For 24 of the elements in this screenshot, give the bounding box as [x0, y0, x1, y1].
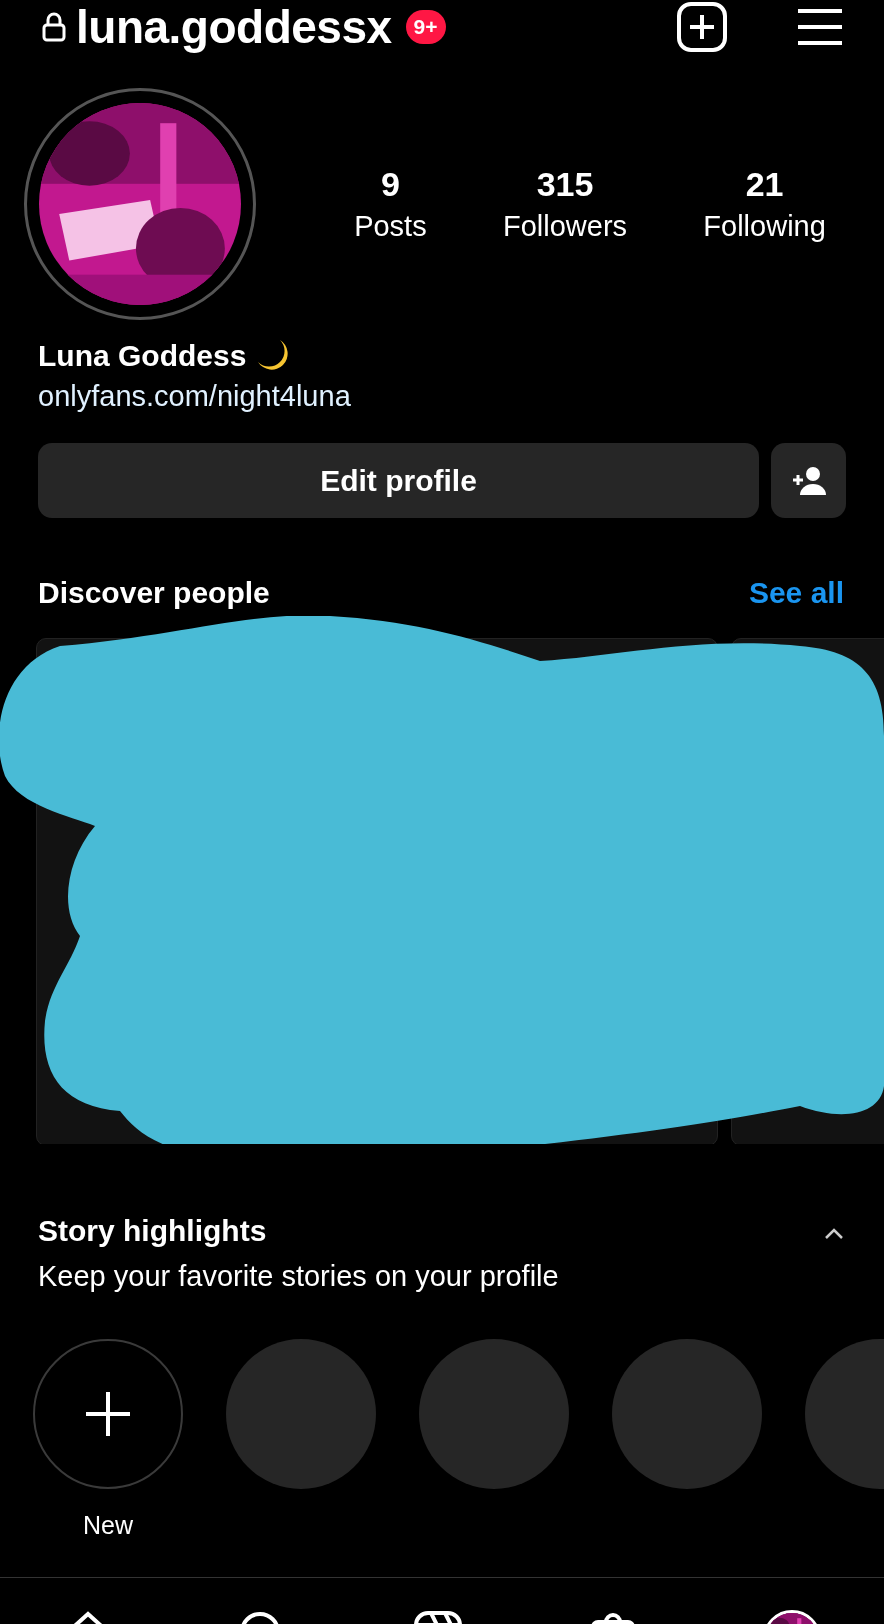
- stat-count: 21: [745, 165, 784, 204]
- stat-count: 9: [380, 165, 400, 204]
- stat-count: 315: [536, 165, 594, 204]
- add-person-button[interactable]: [771, 443, 846, 518]
- add-post-icon[interactable]: [676, 1, 728, 53]
- profile-name: Luna Goddess: [38, 339, 247, 373]
- see-all-link[interactable]: See all: [748, 576, 844, 610]
- lock-icon: [42, 12, 66, 42]
- stat-label[interactable]: Followers: [502, 210, 628, 243]
- section-title: Story highlights: [38, 1214, 268, 1248]
- plus-icon: [83, 1389, 133, 1439]
- username-title[interactable]: luna.goddessx: [76, 0, 392, 54]
- chevron-up-icon[interactable]: [824, 1228, 844, 1240]
- section-title: Discover people: [38, 576, 270, 610]
- stat-label[interactable]: Posts: [354, 210, 427, 243]
- menu-icon[interactable]: [796, 8, 844, 46]
- section-subtitle: Keep your favorite stories on your profile: [38, 1260, 559, 1293]
- add-person-icon: [790, 465, 827, 496]
- notification-badge: 9+: [405, 10, 446, 44]
- edit-profile-button[interactable]: Edit profile: [38, 443, 759, 518]
- profile-link[interactable]: onlyfans.com/night4luna: [0, 374, 884, 413]
- stat-label[interactable]: Following: [703, 210, 826, 243]
- profile-avatar[interactable]: [24, 88, 256, 320]
- highlight-label: New: [83, 1511, 133, 1540]
